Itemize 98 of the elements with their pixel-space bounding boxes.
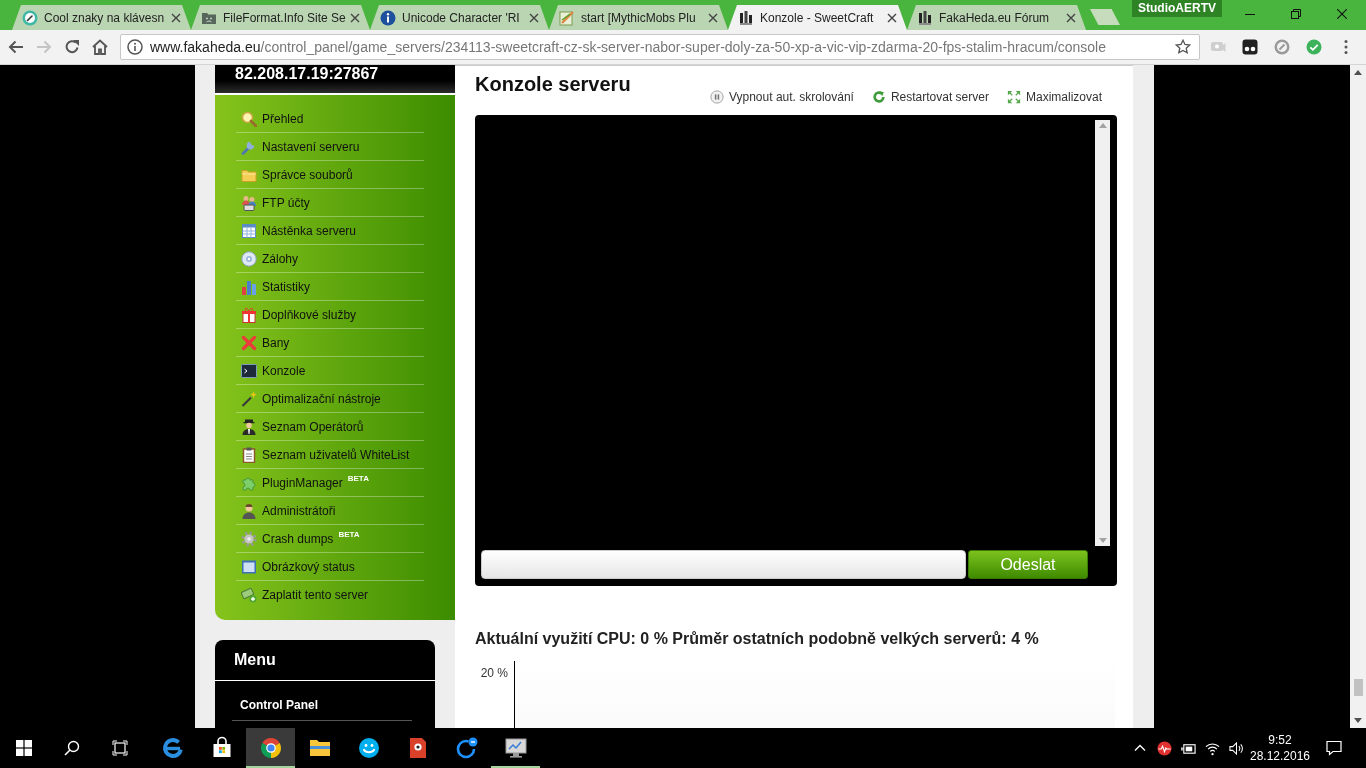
scrollbar[interactable] [1350,65,1366,728]
check-circle-icon[interactable] [1306,39,1322,55]
menu-title: Menu [234,650,276,670]
disc-icon [241,250,257,267]
pulse-circle-icon[interactable] [1156,740,1172,756]
sidebar-item[interactable]: Statistiky [236,273,424,301]
letter-e-icon [160,736,185,760]
gift-icon [241,306,257,323]
bar-chart-icon [241,278,257,295]
sidebar-item[interactable]: Seznam uživatelů WhiteList [236,441,424,469]
sidebar-item[interactable]: Administrátoři [236,497,424,525]
speaker-icon[interactable] [1228,740,1244,756]
reload-icon[interactable] [64,39,80,55]
bars-logo-icon [738,9,754,26]
people-icon [241,194,257,211]
banknote-icon [241,587,257,603]
close-icon[interactable] [887,12,897,23]
four-squares-icon[interactable] [16,740,32,756]
beta-label: BETA [338,530,360,539]
browser-tab[interactable]: Cool znaky na klávesn [12,5,191,30]
browser-tab[interactable]: Unicode Character 'RI [370,5,549,30]
chevron-up-icon[interactable] [1134,742,1146,754]
back-arrow-icon[interactable] [8,39,24,55]
server-address: 82.208.17.19:27867 [235,66,379,82]
glasses-icon[interactable] [1242,39,1258,55]
magic-wand-icon [241,390,257,407]
browser-tab[interactable]: Konzole - SweetCraft [728,5,907,30]
axis-tick-label: 20 % [480,666,508,680]
wifi-icon[interactable] [1204,740,1220,756]
close-icon[interactable] [171,12,181,23]
sidebar-item[interactable]: PluginManager BETA [236,469,424,497]
expand-arrows-icon [1006,90,1021,104]
sidebar-item[interactable]: Nastavení serveru [236,133,424,161]
beta-label: BETA [347,474,369,483]
console-action-link[interactable]: Maximalizovat [1006,89,1102,105]
pause-icon [709,90,724,104]
info-icon[interactable] [127,39,143,55]
puzzle-icon [241,474,257,491]
cpu-usage-heading: Aktuální využití CPU: 0 % Průměr ostatních podobně velkých serverů: 4 % [475,629,1040,649]
person-hat-icon [241,418,257,435]
cross-icon [241,334,257,351]
browser-tab[interactable]: FileFormat.Info Site Se [191,5,370,30]
sidebar-item[interactable]: Konzole [236,357,424,385]
browser-tab[interactable]: start [MythicMobs Plu [549,5,728,30]
sidebar-item[interactable]: Přehled [236,105,424,133]
clock-date: 28.12.2016 [1249,748,1311,764]
square-frame-icon[interactable] [112,740,128,756]
scroll-thumb[interactable] [1353,679,1363,696]
home-icon[interactable] [92,39,108,55]
menu-item[interactable]: Control Panel [232,681,412,721]
arrow-down-icon[interactable] [1354,718,1362,723]
magnifier-icon [241,110,257,127]
gear-icon [241,530,257,547]
refresh-icon [871,90,886,104]
console-action-link[interactable]: Vypnout aut. skrolování [709,89,854,105]
star-icon[interactable] [1175,39,1191,55]
profile-button[interactable]: StudioAERTV [1132,0,1222,17]
clock-time: 9:52 [1268,732,1292,748]
info-icon [380,9,396,26]
sidebar-item[interactable]: Crash dumps BETA [236,525,424,553]
sidebar-item[interactable]: Seznam Operátorů [236,413,424,441]
taskbar-app-button[interactable] [246,728,295,768]
sidebar-item[interactable]: Bany [236,329,424,357]
browser-tab[interactable]: FakaHeda.eu Fórum [907,5,1086,30]
console-action-link[interactable]: Restartovat server [871,89,989,105]
close-icon[interactable] [708,12,718,23]
segmented-circle-icon [258,736,283,760]
restore-icon[interactable] [1291,8,1301,19]
pencil-notebook-icon [559,9,575,26]
url-text: www.fakaheda.eu/control_panel/game_servers/234113-sweetcraft-cz-sk-server-nabor-super-doly-za-50-xp-a-vic-vip-zdarma-20-fps-stalim-hracum/console [150,39,1108,55]
table-icon [241,222,257,239]
close-icon[interactable] [350,12,360,23]
clipboard-icon [241,446,257,463]
sidebar-item[interactable]: Doplňkové služby [236,301,424,329]
sidebar-item[interactable]: Zálohy [236,245,424,273]
sidebar-item[interactable]: Optimalizační nástroje [236,385,424,413]
pen-circle-icon [22,9,38,26]
sidebar-item[interactable]: Nástěnka serveru [236,217,424,245]
page-title: Konzole serveru [475,72,631,96]
monitor-icon [503,736,528,760]
person-icon [241,502,257,519]
close-icon[interactable] [529,12,539,23]
sidebar-item[interactable]: Obrázkový status [236,553,424,581]
sidebar-item[interactable]: Zaplatit tento server [236,581,424,609]
smiley-icon [356,736,381,760]
speech-bubble-icon[interactable] [1326,740,1342,756]
close-icon[interactable] [1066,12,1076,23]
command-input-field[interactable] [481,550,966,579]
circular-arrow-icon [454,736,479,760]
terminal-icon [241,362,257,379]
window-icon [241,558,257,575]
address-bar[interactable]: www.fakaheda.eu/control_panel/game_servers/234113-sweetcraft-cz-sk-server-nabor-super-doly-za-50-xp-a-vic-vip-zdarma-20-fps-stalim-hracum/console [120,34,1200,60]
sidebar-item[interactable]: FTP účty [236,189,424,217]
close-icon[interactable] [1337,8,1347,19]
bars-logo-icon [917,9,933,26]
arrow-up-icon[interactable] [1354,70,1362,75]
search-icon[interactable] [64,740,80,756]
sidebar-item[interactable]: Správce souborů [236,161,424,189]
